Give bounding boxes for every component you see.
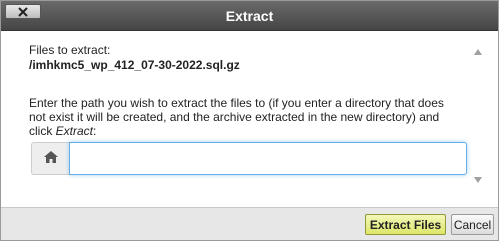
instructions-text: Enter the path you wish to extract the f… — [29, 96, 449, 138]
home-icon — [43, 151, 58, 166]
dialog-footer: Extract Files Cancel — [1, 207, 498, 240]
extract-dialog: Extract Files to extract: /imhkmc5_wp_41… — [0, 0, 499, 241]
archive-filename: /imhkmc5_wp_412_07-30-2022.sql.gz — [29, 58, 240, 72]
path-input-group — [31, 142, 467, 175]
home-addon — [31, 142, 69, 175]
scroll-up-icon[interactable] — [473, 47, 483, 57]
extract-files-button[interactable]: Extract Files — [365, 214, 446, 235]
files-label: Files to extract: — [29, 43, 111, 57]
extract-path-input[interactable] — [69, 142, 467, 175]
scroll-down-icon[interactable] — [473, 175, 483, 185]
instructions-suffix: : — [93, 124, 97, 138]
cancel-button[interactable]: Cancel — [451, 214, 494, 235]
dialog-title: Extract — [225, 8, 274, 24]
dialog-titlebar: Extract — [1, 1, 498, 31]
content-scrollbar[interactable] — [471, 43, 485, 189]
instructions-action: Extract — [55, 124, 94, 138]
